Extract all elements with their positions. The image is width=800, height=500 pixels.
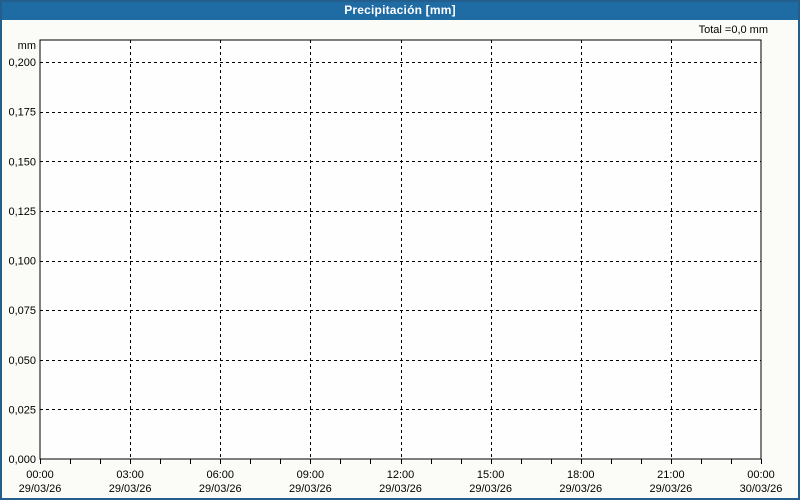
y-tick-label: 0,125 xyxy=(8,206,36,218)
y-tick-label: 0,100 xyxy=(8,256,36,268)
x-tick-date-label: 29/03/26 xyxy=(199,483,242,495)
x-tick-date-label: 29/03/26 xyxy=(289,483,332,495)
x-tick-date-label: 29/03/26 xyxy=(649,483,692,495)
x-tick-time-label: 21:00 xyxy=(657,469,685,481)
plot-area xyxy=(39,39,762,460)
x-tick-date-label: 29/03/26 xyxy=(379,483,422,495)
x-tick-time-label: 00:00 xyxy=(26,469,54,481)
y-tick-label: 0,000 xyxy=(8,454,36,466)
y-axis-unit-label: mm xyxy=(18,40,36,52)
y-tick-label: 0,050 xyxy=(8,355,36,367)
x-tick-time-label: 09:00 xyxy=(297,469,325,481)
x-tick-time-label: 12:00 xyxy=(387,469,415,481)
x-tick-time-label: 06:00 xyxy=(206,469,234,481)
x-tick-date-label: 29/03/26 xyxy=(469,483,512,495)
y-tick-label: 0,175 xyxy=(8,107,36,119)
chart-window: Precipitación [mm] Total =0,0 mm 0,200 0,… xyxy=(0,0,800,500)
x-tick-date-label: 30/03/26 xyxy=(740,483,783,495)
x-tick-time-label: 15:00 xyxy=(477,469,505,481)
x-tick-time-label: 18:00 xyxy=(567,469,595,481)
y-tick-label: 0,025 xyxy=(8,404,36,416)
precipitation-plot: 0,200 0,175 0,150 0,125 0,100 0,075 0,050 0,025… xyxy=(8,39,783,495)
x-tick-date-label: 29/03/26 xyxy=(19,483,62,495)
x-tick-time-label: 00:00 xyxy=(747,469,775,481)
x-tick-date-label: 29/03/26 xyxy=(109,483,152,495)
x-tick-date-label: 29/03/26 xyxy=(559,483,602,495)
y-tick-label: 0,200 xyxy=(8,57,36,69)
y-tick-label: 0,075 xyxy=(8,305,36,317)
y-tick-label: 0,150 xyxy=(8,156,36,168)
x-tick-time-label: 03:00 xyxy=(116,469,144,481)
